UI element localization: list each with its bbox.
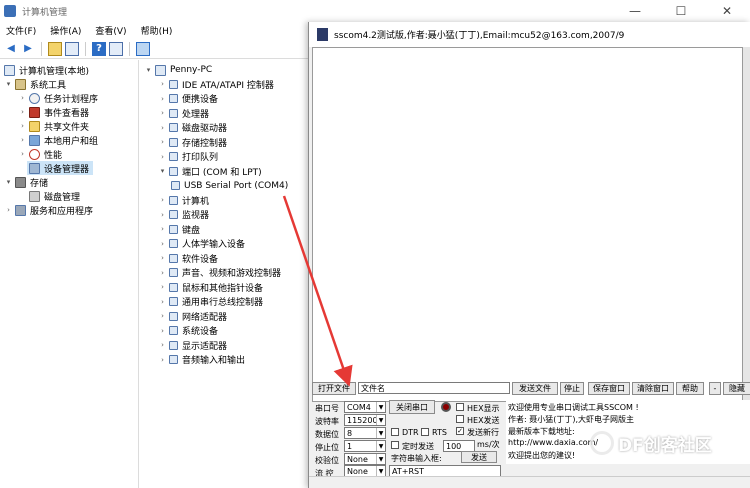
watermark-logo-icon: [590, 431, 614, 455]
watermark: DF创客社区: [590, 428, 750, 458]
annotation-arrow: [282, 195, 353, 387]
red-arrow-line: [282, 195, 353, 387]
watermark-text: DF创客社区: [618, 435, 712, 456]
